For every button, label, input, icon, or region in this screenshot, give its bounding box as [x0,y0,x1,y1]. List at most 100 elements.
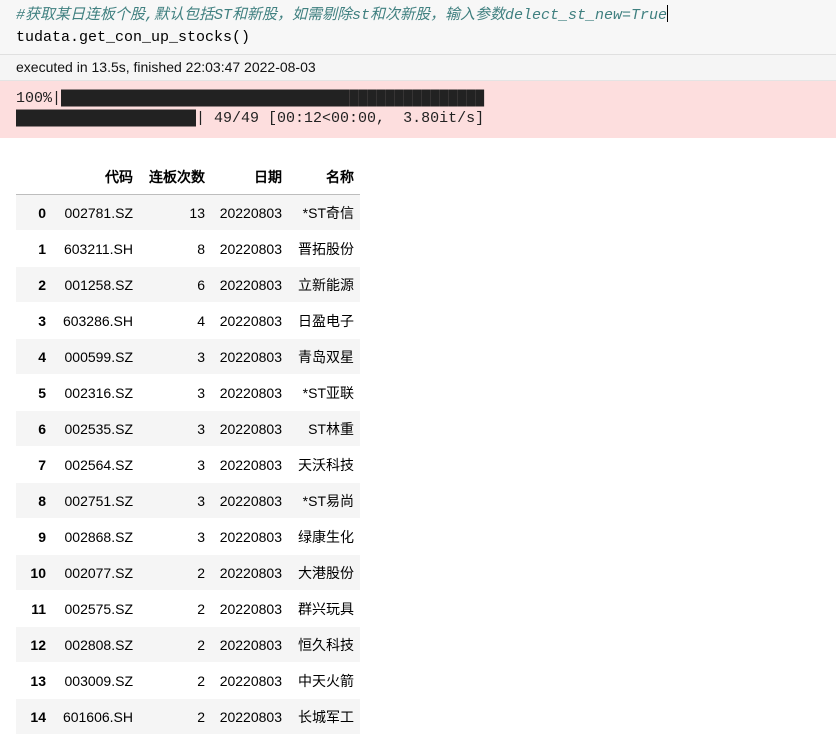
streak-count: 3 [197,420,205,437]
row-index: 6 [38,420,46,437]
row-index: 4 [38,348,46,365]
table-row: 4 000599.SZ 3 20220803 青岛双星 [16,338,360,375]
table-row: 7 002564.SZ 3 20220803 天沃科技 [16,447,360,483]
row-index: 5 [38,384,46,401]
trade-date: 20220803 [219,456,282,473]
table-row: 1 603211.SH 8 20220803 晋拓股份 [16,231,360,267]
streak-count: 4 [197,312,205,329]
progress-bar-line1: ████████████████████████████████████████… [61,90,485,107]
stock-name: 青岛双星 [298,348,354,365]
table-row: 12 002808.SZ 2 20220803 恒久科技 [16,626,360,663]
stock-code: 002751.SZ [64,492,134,509]
trade-date: 20220803 [219,276,282,293]
code-comment: #获取某日连板个股,默认包括ST和新股，如需剔除st和次新股，输入参数delec… [16,7,668,24]
streak-count: 2 [197,708,205,725]
execution-time-text: executed in 13.5s, finished 22:03:47 202… [16,59,316,75]
stock-code: 002781.SZ [64,204,134,221]
stock-code: 603211.SH [63,240,133,257]
trade-date: 20220803 [219,600,282,617]
trade-date: 20220803 [219,564,282,581]
index-header [16,160,52,195]
trade-date: 20220803 [219,384,282,401]
stock-code: 603286.SH [62,312,133,329]
code-input-cell[interactable]: #获取某日连板个股,默认包括ST和新股，如需剔除st和次新股，输入参数delec… [0,0,836,55]
streak-count: 13 [189,204,205,221]
stock-code: 002535.SZ [64,420,134,437]
stock-name: 天沃科技 [298,456,354,473]
streak-count: 3 [197,348,205,365]
stock-name: 立新能源 [298,276,354,293]
column-header-date: 日期 [211,160,288,195]
column-header-code: 代码 [52,160,139,195]
table-row: 3 603286.SH 4 20220803 日盈电子 [16,303,360,339]
stock-name: 大港股份 [298,564,354,581]
stock-code: 601606.SH [62,708,133,725]
streak-count: 3 [197,492,205,509]
trade-date: 20220803 [219,240,282,257]
streak-count: 2 [197,636,205,653]
row-index: 9 [38,528,46,545]
row-index: 2 [38,276,46,293]
trade-date: 20220803 [219,348,282,365]
table-header-row: 代码 连板次数 日期 名称 [16,160,360,195]
streak-count: 3 [197,528,205,545]
progress-percent: 100%| [16,90,62,107]
stock-name: *ST易尚 [302,492,354,509]
progress-stats: | 49/49 [00:12<00:00, 3.80it/s] [196,110,485,127]
row-index: 12 [30,636,46,653]
table-row: 14 601606.SH 2 20220803 长城军工 [16,698,360,735]
stock-name: *ST亚联 [302,384,354,401]
dataframe-table: 代码 连板次数 日期 名称 0 002781.SZ 13 20220803 *ST奇信 1… [16,160,360,735]
trade-date: 20220803 [219,528,282,545]
table-row: 6 002535.SZ 3 20220803 ST林重 [16,410,360,447]
code-line: tudata.get_con_up_stocks() [16,29,251,46]
trade-date: 20220803 [219,204,282,221]
row-index: 3 [38,312,46,329]
table-row: 5 002316.SZ 3 20220803 *ST亚联 [16,375,360,411]
row-index: 11 [31,600,46,617]
trade-date: 20220803 [219,708,282,725]
row-index: 13 [30,672,46,689]
stock-name: ST林重 [308,420,354,437]
streak-count: 3 [197,384,205,401]
trade-date: 20220803 [219,420,282,437]
column-header-name: 名称 [288,160,360,195]
stock-name: 绿康生化 [298,528,354,545]
streak-count: 3 [197,456,205,473]
table-row: 13 003009.SZ 2 20220803 中天火箭 [16,663,360,699]
streak-count: 2 [197,600,205,617]
trade-date: 20220803 [219,636,282,653]
stock-code: 002077.SZ [64,564,134,581]
stock-name: 中天火箭 [298,672,354,689]
table-row: 10 002077.SZ 2 20220803 大港股份 [16,554,360,591]
stock-code: 002316.SZ [64,384,134,401]
table-row: 8 002751.SZ 3 20220803 *ST易尚 [16,482,360,519]
stock-name: 长城军工 [298,708,354,725]
stock-code: 002575.SZ [64,600,134,617]
stock-name: 晋拓股份 [298,240,354,257]
stock-code: 003009.SZ [64,672,134,689]
stock-name: *ST奇信 [302,204,354,221]
stock-name: 恒久科技 [298,636,354,653]
progress-bar-line2: ████████████████████ [16,110,197,127]
streak-count: 6 [197,276,205,293]
trade-date: 20220803 [219,492,282,509]
streak-count: 2 [197,672,205,689]
table-row: 11 002575.SZ 2 20220803 群兴玩具 [16,591,360,627]
stock-name: 群兴玩具 [298,600,354,617]
streak-count: 8 [197,240,205,257]
row-index: 0 [38,204,46,221]
execution-status-bar: executed in 13.5s, finished 22:03:47 202… [0,55,836,81]
stock-code: 002868.SZ [64,528,134,545]
row-index: 7 [38,456,46,473]
trade-date: 20220803 [219,672,282,689]
stock-name: 日盈电子 [298,312,354,329]
row-index: 10 [30,564,46,581]
row-index: 1 [38,240,46,257]
progress-output: 100%|███████████████████████████████████… [0,81,836,138]
column-header-streak: 连板次数 [139,160,211,195]
trade-date: 20220803 [219,312,282,329]
row-index: 8 [38,492,46,509]
table-row: 2 001258.SZ 6 20220803 立新能源 [16,266,360,303]
stock-code: 000599.SZ [64,348,134,365]
